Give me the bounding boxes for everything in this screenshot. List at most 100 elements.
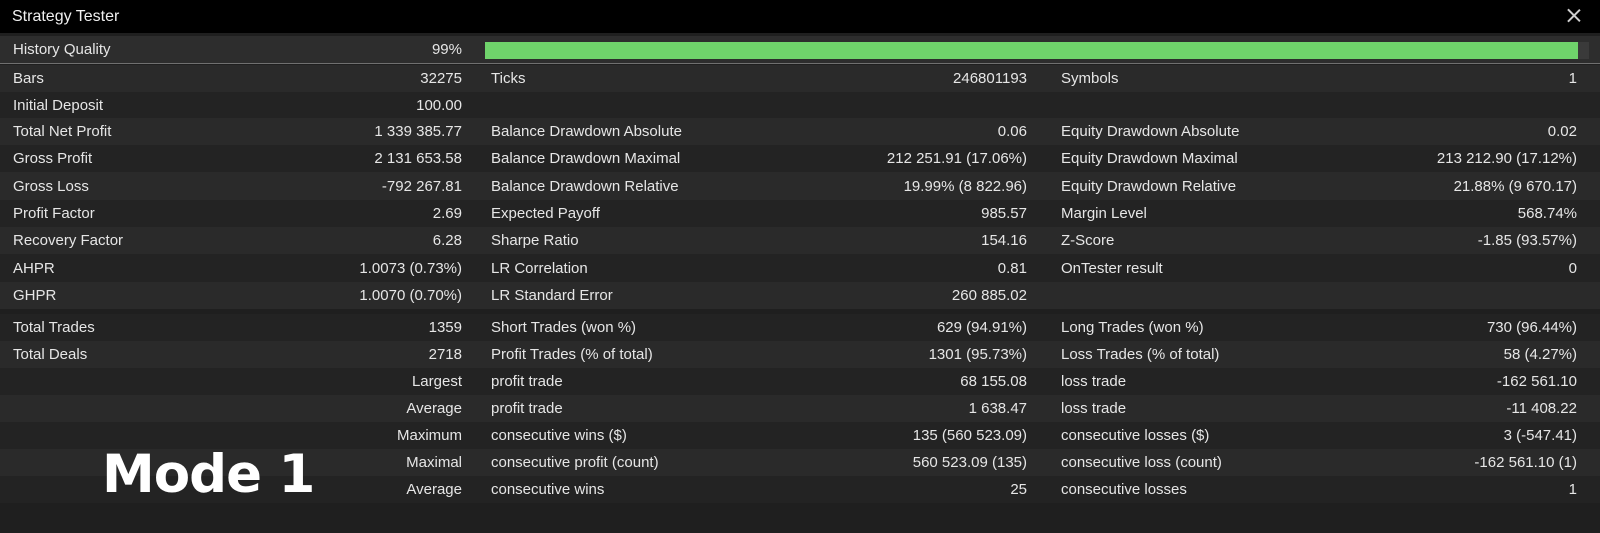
row-value-2: 629 (94.91%) [936, 319, 1027, 336]
row-label-2: consecutive wins [491, 481, 605, 498]
row-label-2: Balance Drawdown Maximal [491, 150, 681, 167]
table-row: Bars 32275 Ticks 246801193 Symbols 1 [0, 65, 1600, 92]
close-icon[interactable] [1562, 4, 1586, 28]
row-label-1: Total Net Profit [13, 123, 112, 140]
table-row: Initial Deposit 100.00 [0, 92, 1600, 118]
table-row: Largest profit trade 68 155.08 loss trade -1… [0, 368, 1600, 395]
row-value-1: 1.0070 (0.70%) [359, 287, 462, 304]
table-row: AHPR 1.0073 (0.73%) LR Correlation 0.81 OnTe… [0, 254, 1600, 282]
history-quality-label: History Quality [13, 41, 111, 58]
row-label-1: AHPR [13, 259, 55, 277]
row-label-2: profit trade [491, 400, 563, 417]
row-label-3: consecutive losses ($) [1061, 427, 1210, 444]
row-value-2: 260 885.02 [951, 287, 1027, 304]
table-row: Gross Loss -792 267.81 Balance Drawdown Re… [0, 172, 1600, 200]
row-value-1: 1 339 385.77 [374, 123, 462, 140]
row-value-1: 2 131 653.58 [374, 150, 462, 167]
row-label-2: Balance Drawdown Relative [491, 177, 679, 195]
row-value-1: 100.00 [416, 96, 462, 114]
row-label-3: Loss Trades (% of total) [1061, 346, 1220, 363]
row-label-3: loss trade [1061, 400, 1127, 417]
row-label-3: Equity Drawdown Relative [1061, 177, 1237, 195]
row-value-2: 154.16 [981, 232, 1027, 249]
row-label-2: Expected Payoff [491, 205, 600, 222]
row-value-1: 2.69 [432, 205, 462, 222]
row-label-2: Ticks [491, 70, 526, 87]
row-label-1: Profit Factor [13, 205, 95, 222]
row-value-1: 1.0073 (0.73%) [359, 259, 462, 277]
row-label-2: LR Standard Error [491, 287, 613, 304]
row-value-2: 1 638.47 [968, 400, 1027, 417]
row-value-3: 3 (-547.41) [1503, 427, 1577, 444]
row-value-1: -792 267.81 [381, 177, 462, 195]
row-value-3: 730 (96.44%) [1486, 319, 1577, 336]
row-value-3: -11 408.22 [1506, 400, 1577, 417]
row-label-1: Gross Loss [13, 177, 89, 195]
row-label-3: Equity Drawdown Maximal [1061, 150, 1238, 167]
history-quality-value: 99% [431, 41, 462, 58]
row-label-1: Recovery Factor [13, 232, 124, 249]
row-value-3: 0 [1568, 259, 1577, 277]
row-value-3: 568.74% [1517, 205, 1577, 222]
row-value-3: 0.02 [1547, 123, 1577, 140]
table-row: GHPR 1.0070 (0.70%) LR Standard Error 260 8… [0, 282, 1600, 309]
table-row: Recovery Factor 6.28 Sharpe Ratio 154.16 Z-S… [0, 227, 1600, 254]
row-label-2: Balance Drawdown Absolute [491, 123, 682, 140]
row-value-1: Largest [411, 373, 462, 390]
row-label-2: consecutive profit (count) [491, 454, 659, 471]
row-value-2: 19.99% (8 822.96) [903, 177, 1027, 195]
row-value-2: 212 251.91 (17.06%) [886, 150, 1027, 167]
table-row: Total Deals 2718 Profit Trades (% of total… [0, 341, 1600, 368]
table-row: Average profit trade 1 638.47 loss trade -11… [0, 395, 1600, 422]
row-label-3: Symbols [1061, 70, 1119, 87]
table-row: Total Net Profit 1 339 385.77 Balance Draw… [0, 118, 1600, 145]
row-label-3: consecutive loss (count) [1061, 454, 1222, 471]
row-label-3: consecutive losses [1061, 481, 1187, 498]
row-label-1: GHPR [13, 287, 57, 304]
row-value-1: Average [406, 400, 462, 417]
row-value-1: 1359 [428, 319, 462, 336]
row-label-3: Long Trades (won %) [1061, 319, 1204, 336]
row-value-2: 0.06 [997, 123, 1027, 140]
title-bar: Strategy Tester [0, 0, 1600, 33]
row-value-3: -162 561.10 (1) [1474, 454, 1577, 471]
row-value-1: Maximum [396, 427, 462, 444]
table-row: Gross Profit 2 131 653.58 Balance Drawdown… [0, 145, 1600, 172]
row-label-3: Z-Score [1061, 232, 1115, 249]
history-quality-bar-fill [485, 42, 1578, 59]
row-value-1: 32275 [420, 70, 462, 87]
row-label-2: consecutive wins ($) [491, 427, 627, 444]
row-label-2: Sharpe Ratio [491, 232, 579, 249]
row-value-3: 21.88% (9 670.17) [1453, 177, 1577, 195]
row-value-3: 58 (4.27%) [1503, 346, 1577, 363]
row-value-3: 1 [1568, 70, 1577, 87]
row-label-1: Gross Profit [13, 150, 93, 167]
row-value-2: 25 [1010, 481, 1027, 498]
row-label-1: Total Trades [13, 319, 95, 336]
row-label-2: Profit Trades (% of total) [491, 346, 653, 363]
row-label-3: loss trade [1061, 373, 1127, 390]
row-label-2: LR Correlation [491, 259, 588, 277]
row-value-1: 2718 [428, 346, 462, 363]
row-label-2: profit trade [491, 373, 563, 390]
row-value-2: 985.57 [981, 205, 1027, 222]
row-label-1: Total Deals [13, 346, 88, 363]
row-value-1: 6.28 [432, 232, 462, 249]
row-value-3: -1.85 (93.57%) [1477, 232, 1577, 249]
row-label-1: Bars [13, 70, 44, 87]
mode-overlay-text: Mode 1 [102, 444, 315, 505]
row-label-3: Equity Drawdown Absolute [1061, 123, 1240, 140]
table-row: Profit Factor 2.69 Expected Payoff 985.57 Ma… [0, 200, 1600, 227]
history-quality-bar [485, 42, 1589, 59]
row-value-2: 0.81 [997, 259, 1027, 277]
row-label-3: Margin Level [1061, 205, 1147, 222]
row-value-3: -162 561.10 [1496, 373, 1577, 390]
row-label-1: Initial Deposit [13, 96, 104, 114]
row-value-1: Maximal [406, 454, 462, 471]
row-value-2: 560 523.09 (135) [912, 454, 1027, 471]
row-label-3: OnTester result [1061, 259, 1163, 277]
row-value-2: 1301 (95.73%) [928, 346, 1027, 363]
window-title: Strategy Tester [12, 7, 120, 25]
row-value-2: 135 (560 523.09) [912, 427, 1027, 444]
row-value-1: Average [406, 481, 462, 498]
